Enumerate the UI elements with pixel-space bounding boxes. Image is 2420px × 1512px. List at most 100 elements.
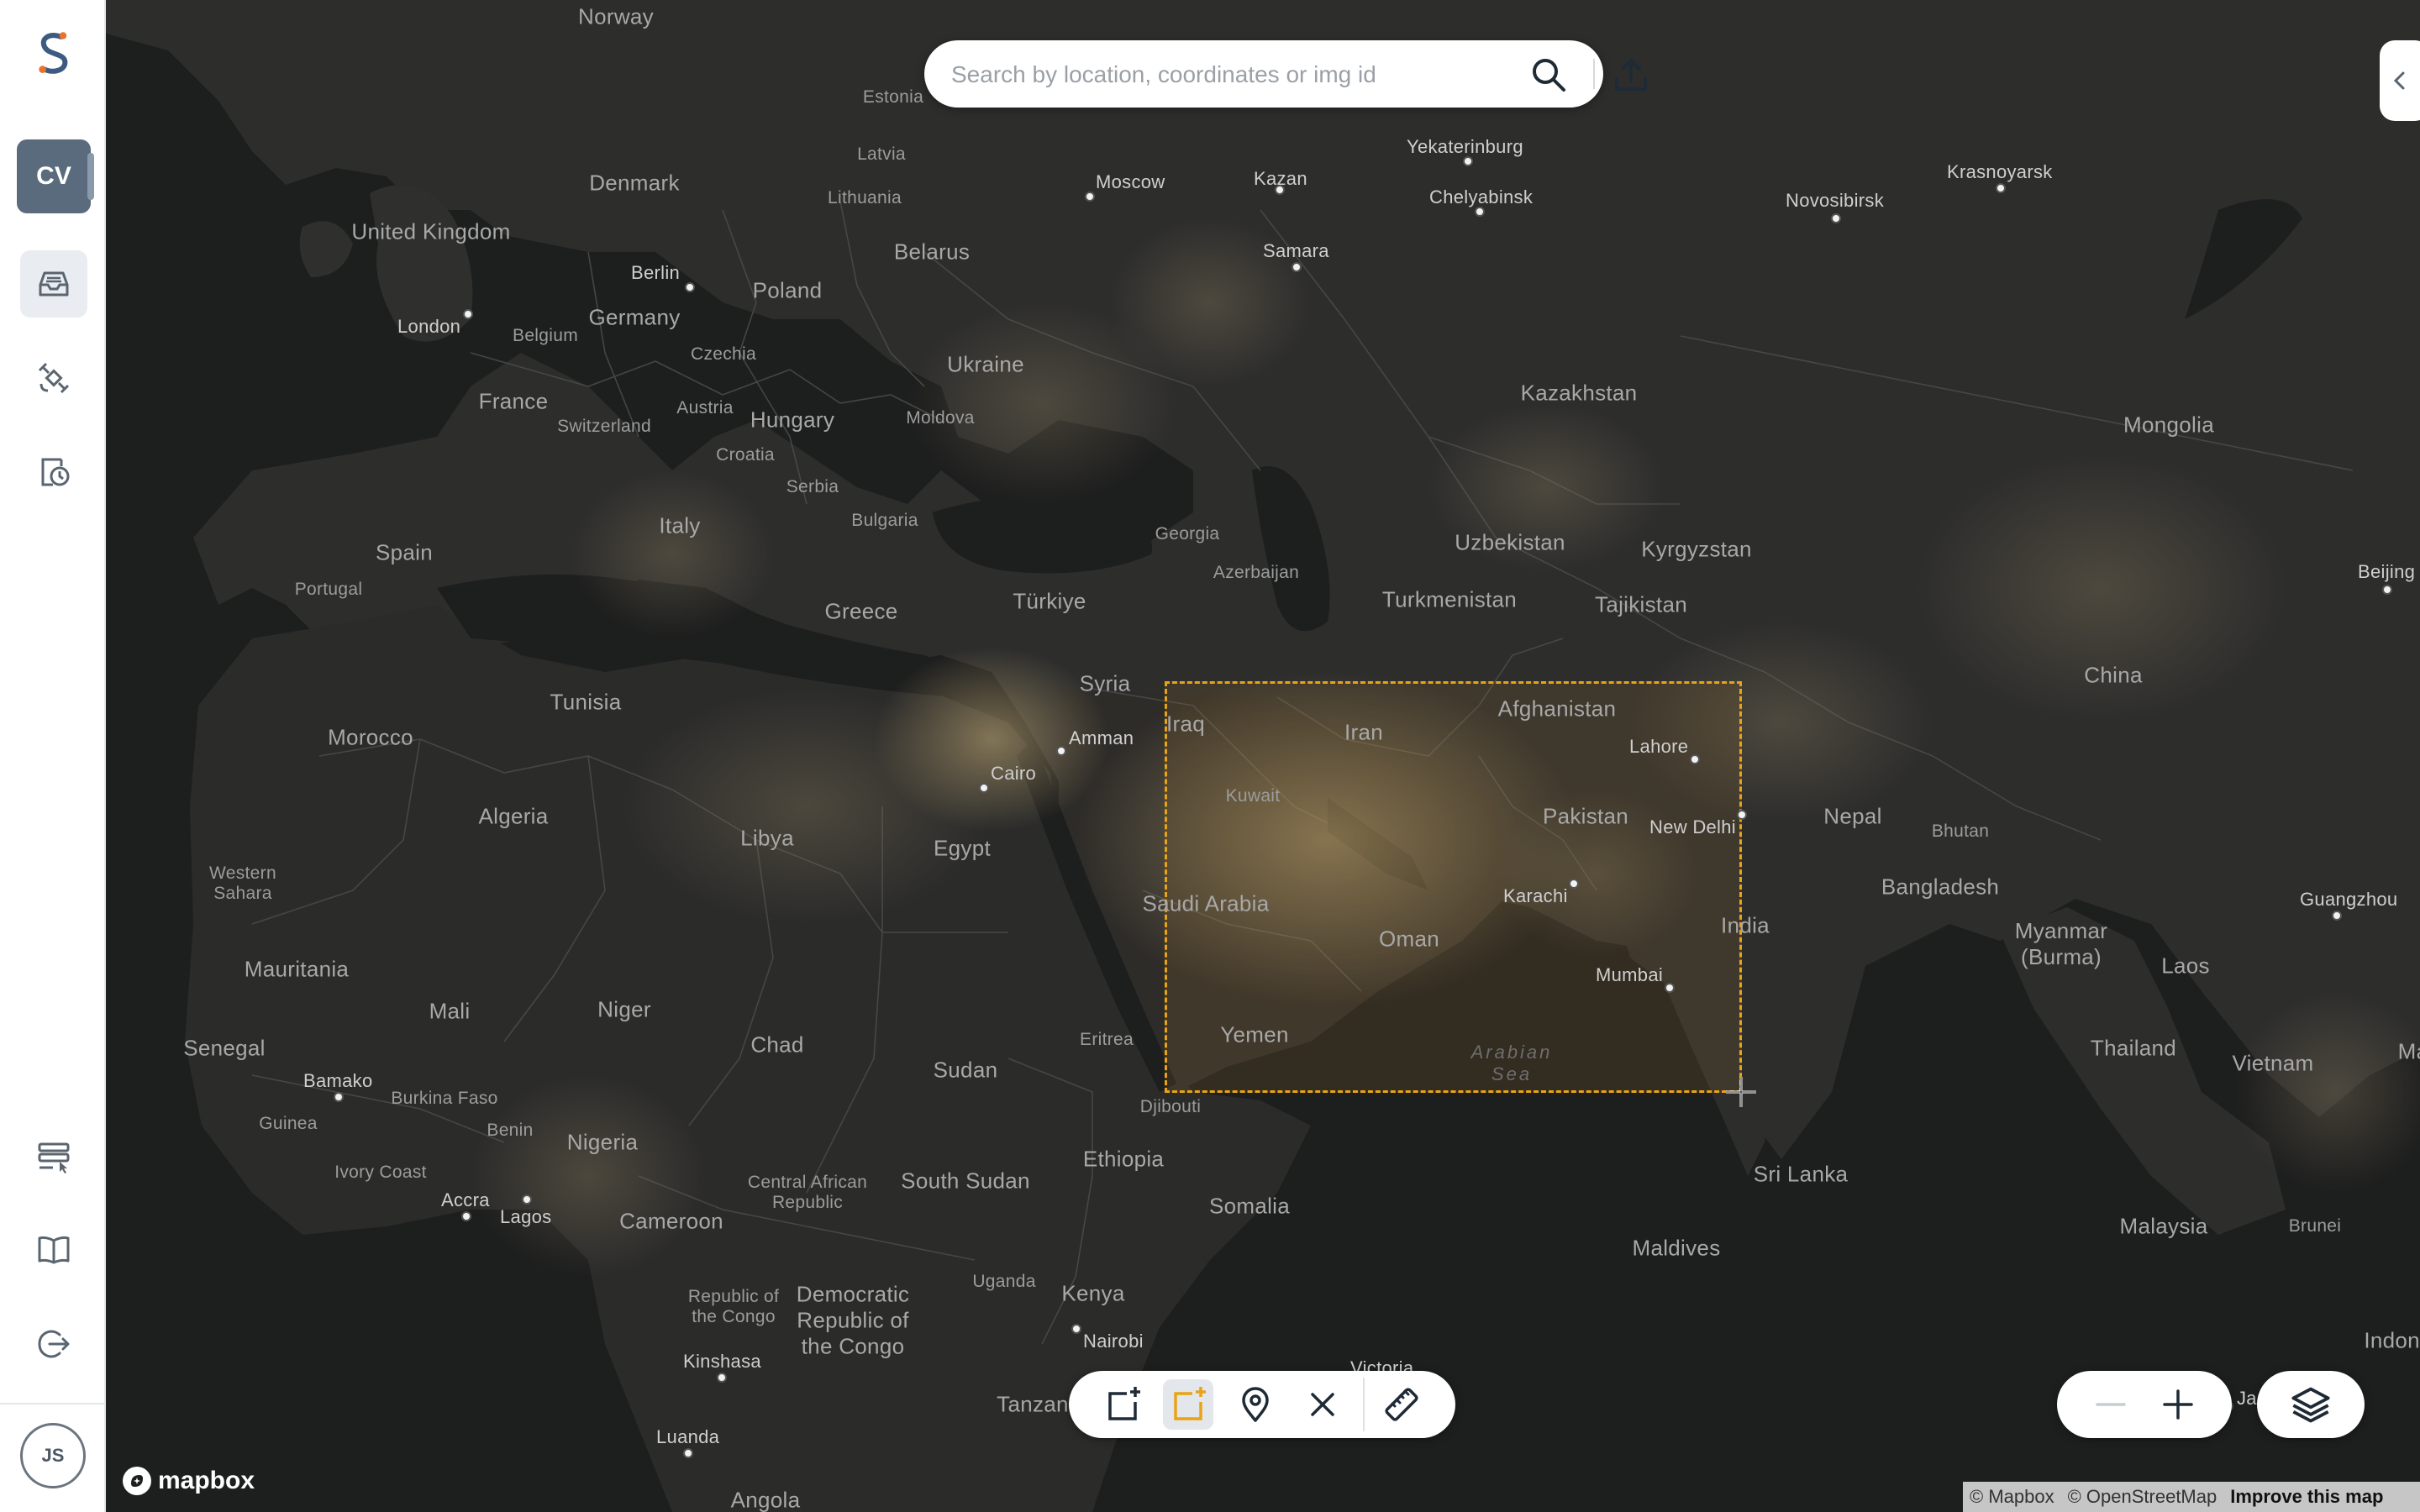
map-label: Ethiopia [1082,1146,1165,1172]
city-label: Amman [1069,727,1134,748]
map-label: Moldova [906,408,975,428]
city-label: Lagos [500,1206,552,1227]
map-label: Norway [578,3,654,29]
improve-map-link[interactable]: Improve this map [2230,1486,2383,1508]
city-label: Bamako [303,1070,373,1091]
inbox-icon [39,271,69,297]
map-label: Lithuania [828,188,902,207]
city-dot [2332,911,2342,921]
book-icon [38,1236,70,1264]
map-label: Yemen [1220,1021,1289,1047]
project-badge[interactable]: CV [17,139,91,213]
map-label: Thailand [2090,1035,2177,1061]
city-dot [683,1448,693,1458]
map-label: Turkmenistan [1381,586,1518,612]
map-label: Libya [740,825,794,851]
attribution-mapbox[interactable]: © Mapbox [1970,1486,2054,1508]
map-label: Hungary [750,407,835,433]
close-icon [1311,1393,1334,1416]
map-label: Vietnam [2232,1050,2314,1076]
city-label: Chelyabinsk [1429,186,1534,207]
inbox-button[interactable] [20,250,87,318]
map-label: Republic of the Congo [687,1287,780,1326]
map-label: Latvia [857,144,906,164]
map-label: Mongolia [2123,412,2214,438]
map-label: France [478,388,549,414]
measure-button[interactable] [1376,1379,1427,1430]
city-dot [1737,810,1747,820]
map-label: Ivory Coast [334,1163,427,1182]
map-label: Spain [376,539,433,565]
tasks-button[interactable] [20,1122,87,1189]
map-label: Bangladesh [1881,874,2000,900]
user-avatar[interactable]: JS [20,1423,86,1488]
city-label: Samara [1263,240,1329,261]
map-label: Bhutan [1931,822,1990,841]
city-label: London [397,316,461,337]
map-label: Saudi Arabia [1142,890,1270,916]
city-label: Moscow [1096,171,1165,192]
city-label: Berlin [631,262,681,283]
upload-icon[interactable] [1612,55,1650,94]
city-dot [1569,879,1579,889]
map-label: Poland [752,277,823,303]
place-marker-button[interactable] [1230,1379,1281,1430]
map-label: Belarus [893,239,971,265]
map-label: India [1721,912,1770,938]
search-input[interactable] [950,54,1524,96]
city-label: Beijing [2358,561,2416,582]
map-canvas[interactable]: Norway Estonia Latvia Lithuania Denmark … [106,0,2420,1512]
mapbox-logo[interactable]: mapbox [121,1465,255,1497]
toolbar-divider [1363,1378,1365,1431]
city-label: Karachi [1503,885,1568,906]
history-button[interactable] [20,438,87,506]
zoom-in-icon[interactable] [2160,1386,2196,1423]
logo-icon[interactable] [20,18,87,86]
city-dot [979,783,989,793]
collapse-panel-button[interactable] [2380,40,2420,121]
search-icon[interactable] [1529,55,1568,94]
map-label: Algeria [478,803,549,829]
active-indicator [87,153,94,200]
draw-rectangle-button[interactable] [1097,1379,1148,1430]
logout-icon [38,1330,70,1358]
map-label: Laos [2161,953,2210,979]
sidebar: CV JS [0,0,106,1512]
map-label: Indone [2364,1327,2420,1353]
attribution-osm[interactable]: © OpenStreetMap [2068,1486,2217,1508]
zoom-out-icon[interactable] [2092,1386,2129,1423]
search-bar [924,40,1647,108]
satellite-button[interactable] [20,344,87,412]
city-label: Krasnoyarsk [1947,161,2053,182]
layers-button[interactable] [2257,1371,2365,1438]
square-plus-active-icon [1174,1387,1206,1420]
map-label: Brunei [2288,1216,2342,1236]
map-label: Burkina Faso [391,1089,498,1108]
map-label: Iraq [1165,711,1206,737]
draw-rectangle-active-button[interactable] [1163,1379,1213,1430]
docs-button[interactable] [20,1216,87,1284]
map-attribution: © Mapbox © OpenStreetMap Improve this ma… [1963,1482,2420,1512]
city-dot [1056,746,1066,756]
map-label: Azerbaijan [1213,563,1300,582]
map-label: Sri Lanka [1753,1161,1849,1187]
map-label: Eritrea [1080,1030,1134,1049]
map-label: Italy [659,512,701,538]
map-label: Greece [824,598,898,624]
map-label: Kenya [1061,1280,1125,1306]
map-label: Afghanistan [1497,696,1617,722]
map-label: Denmark [589,170,680,196]
logout-button[interactable] [20,1310,87,1378]
map-label: Somalia [1208,1193,1291,1219]
city-dot [463,309,473,319]
city-dot [1690,754,1700,764]
clear-button[interactable] [1297,1379,1348,1430]
city-dot [334,1092,344,1102]
map-label: Angola [730,1487,801,1512]
city-label: Novosibirsk [1786,190,1884,211]
map-label: Portugal [294,580,363,599]
map-pin-icon [1242,1387,1269,1422]
map-label: Malaysia [2119,1213,2208,1239]
city-dot [1996,183,2006,193]
mapbox-icon [123,1467,151,1495]
